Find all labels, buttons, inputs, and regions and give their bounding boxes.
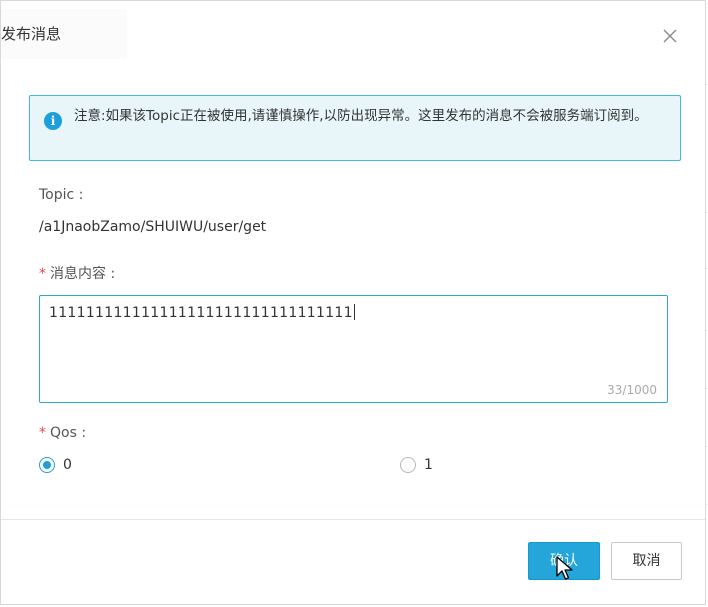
qos-label: * Qos :	[39, 425, 86, 441]
notice-alert: i 注意:如果该Topic正在被使用,请谨慎操作,以防出现异常。这里发布的消息不…	[29, 95, 681, 161]
radio-checked-icon	[39, 457, 55, 473]
dialog-title-text: 发布消息	[1, 25, 62, 43]
page: 发布消息 i 注意:如果该Topic正在被使用,请谨慎操作,以防出现异常。这里发…	[0, 0, 708, 607]
topic-label: Topic :	[39, 187, 84, 203]
publish-message-dialog: 发布消息 i 注意:如果该Topic正在被使用,请谨慎操作,以防出现异常。这里发…	[0, 0, 706, 605]
topic-value: /a1JnaobZamo/SHUIWU/user/get	[39, 219, 267, 235]
qos-radio-0-label: 0	[63, 457, 72, 473]
qos-label-text: Qos :	[50, 425, 87, 441]
qos-radio-1-label: 1	[424, 457, 433, 473]
qos-radio-1[interactable]: 1	[400, 457, 433, 473]
message-content-textarea[interactable]: 111111111111111111111111111111111 33/100…	[39, 295, 668, 403]
message-content-text: 111111111111111111111111111111111	[49, 305, 353, 321]
cancel-button[interactable]: 取消	[611, 542, 682, 580]
close-icon	[663, 29, 677, 43]
notice-text: 注意:如果该Topic正在被使用,请谨慎操作,以防出现异常。这里发布的消息不会被…	[74, 108, 648, 124]
confirm-button[interactable]: 确认	[528, 542, 600, 580]
dialog-title: 发布消息	[1, 9, 127, 59]
required-mark: *	[39, 425, 46, 441]
required-mark: *	[39, 266, 46, 282]
dialog-header: 发布消息	[1, 1, 705, 67]
message-content-value: 111111111111111111111111111111111	[49, 304, 355, 321]
qos-radio-0[interactable]: 0	[39, 457, 72, 473]
info-icon: i	[44, 112, 62, 130]
close-button[interactable]	[659, 25, 681, 47]
char-counter: 33/1000	[607, 383, 657, 397]
text-caret	[353, 304, 355, 320]
content-label: * 消息内容 :	[39, 263, 115, 283]
radio-unchecked-icon	[400, 457, 416, 473]
content-label-text: 消息内容 :	[50, 266, 116, 282]
footer-divider	[1, 519, 705, 520]
